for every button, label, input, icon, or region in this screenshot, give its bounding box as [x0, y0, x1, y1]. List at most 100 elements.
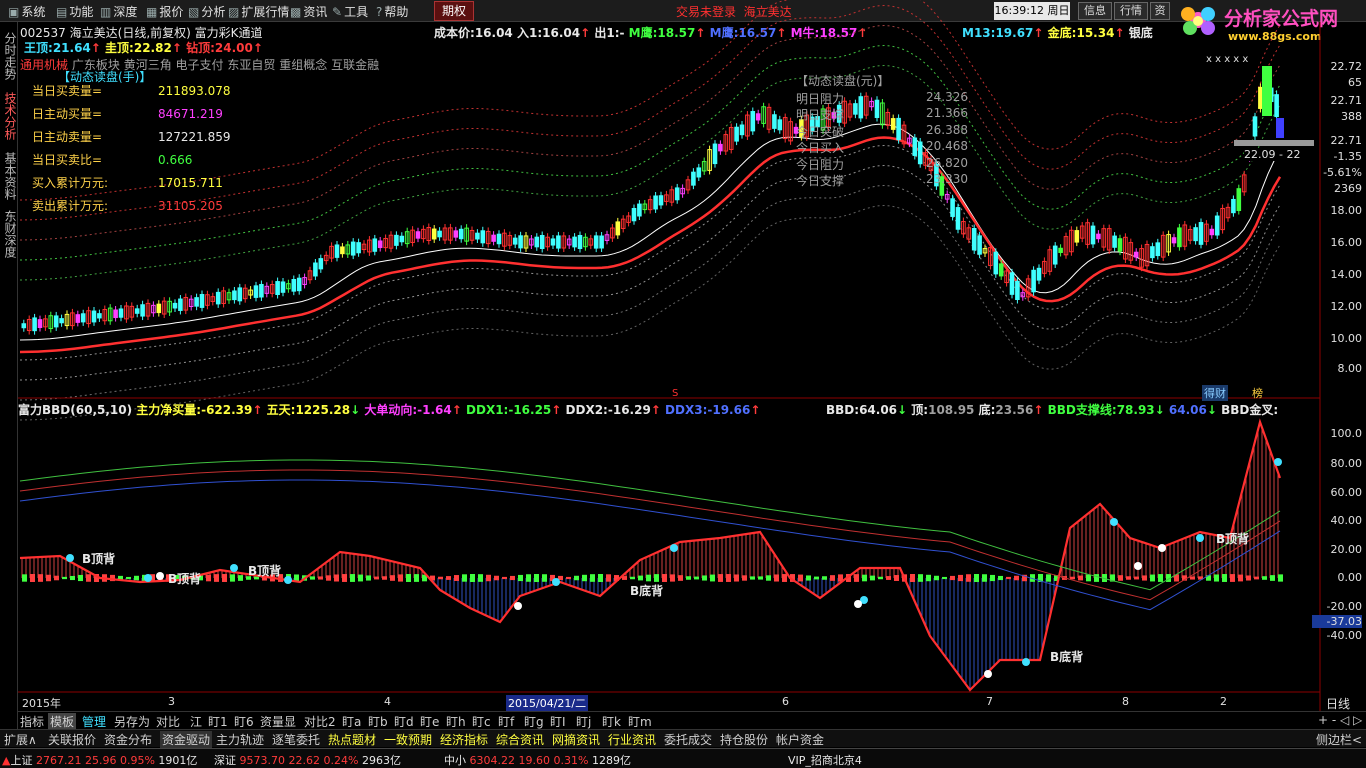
candle-body — [858, 96, 864, 119]
candle-body — [334, 244, 340, 258]
bbd-top-value: 108.95 — [928, 403, 975, 417]
candle-body — [1193, 227, 1198, 242]
tab-jiang[interactable]: 江 — [190, 713, 202, 730]
board-tag[interactable]: 榜 — [1252, 385, 1263, 401]
tab-compare-2[interactable]: 对比2 — [304, 713, 336, 730]
divergence-label: B底背 — [630, 584, 664, 598]
ind-tick: 80.00 — [1330, 457, 1363, 470]
tab-watch-e[interactable]: 盯e — [420, 713, 439, 730]
tab-capital-show[interactable]: 资量显 — [260, 713, 296, 730]
candle-body — [291, 279, 297, 292]
candle-body — [437, 230, 442, 238]
candle-body — [215, 291, 221, 305]
volume-bar — [726, 574, 731, 582]
volume-bar — [358, 574, 363, 582]
candle-body — [259, 283, 264, 298]
sme-index[interactable]: 中小 6304.22 19.60 0.31% 1289亿 — [444, 752, 631, 768]
tab-watch-c[interactable]: 盯c — [472, 713, 491, 730]
tab-indicator[interactable]: 指标 — [20, 713, 44, 730]
func-general-news[interactable]: 综合资讯 — [496, 731, 544, 748]
volume-bar — [486, 574, 491, 582]
func-holdings[interactable]: 持仓股份 — [720, 731, 768, 748]
candle-body — [53, 315, 59, 328]
sidebar-toggle[interactable]: 侧边栏< — [1316, 731, 1362, 748]
tab-watch-m[interactable]: 盯m — [628, 713, 652, 730]
price-tick: 18.00 — [1330, 204, 1363, 217]
volume-bar — [206, 574, 211, 582]
tab-template[interactable]: 模板 — [48, 713, 77, 730]
func-economic-indicators[interactable]: 经济指标 — [440, 731, 488, 748]
candle-body — [480, 230, 486, 244]
func-account-funds[interactable]: 帐户资金 — [776, 731, 824, 748]
volume-bar — [710, 574, 715, 582]
tab-watch-a[interactable]: 盯a — [342, 713, 361, 730]
candle-body — [1262, 66, 1272, 116]
divergence-label: B顶背 — [248, 564, 282, 578]
candle-body — [599, 235, 604, 249]
tab-watch-d[interactable]: 盯d — [394, 713, 414, 730]
sz-index[interactable]: 深证 9573.70 22.62 0.24% 2963亿 — [214, 752, 401, 768]
func-order-fills[interactable]: 委托成交 — [664, 731, 712, 748]
cursor-date: 2015/04/21/二 — [506, 695, 589, 711]
tab-watch-k[interactable]: 盯k — [602, 713, 621, 730]
candle-body — [1155, 242, 1161, 257]
tab-watch-f[interactable]: 盯f — [498, 713, 514, 730]
candle-body — [118, 308, 124, 318]
price-tick: -5.61% — [1323, 166, 1362, 179]
tab-save-as[interactable]: 另存为 — [114, 713, 150, 730]
candle-body — [313, 262, 318, 277]
sh-index[interactable]: ▲上证 2767.21 25.96 0.95% 1901亿 — [2, 752, 197, 768]
band-line — [19, 184, 1281, 401]
func-tick-orders[interactable]: 逐笔委托 — [272, 731, 320, 748]
volume-bar — [998, 575, 1003, 581]
tab-manage[interactable]: 管理 — [82, 713, 106, 730]
tab-watch-g[interactable]: 盯g — [524, 713, 544, 730]
func-industry-news[interactable]: 行业资讯 — [608, 731, 656, 748]
volume-bar — [662, 574, 667, 582]
tab-watch-1[interactable]: 盯1 — [208, 713, 228, 730]
ind-tick: 60.00 — [1330, 486, 1363, 499]
volume-bar — [62, 576, 67, 580]
tab-watch-i[interactable]: 盯I — [550, 713, 566, 730]
volume-bar — [126, 576, 131, 580]
price-tick: 16.00 — [1330, 236, 1363, 249]
func-capital-distribution[interactable]: 资金分布 — [104, 731, 152, 748]
candle-body — [718, 143, 723, 152]
func-expand[interactable]: 扩展∧ — [4, 731, 37, 748]
candle-body — [734, 126, 739, 142]
func-hot-topics[interactable]: 热点题材 — [328, 731, 376, 748]
zoom-controls[interactable]: + - ◁ ▷ — [1318, 713, 1362, 727]
volume-bar — [238, 575, 243, 581]
candle-body — [75, 314, 81, 323]
volume-bar — [638, 575, 643, 581]
func-related-quote[interactable]: 关联报价 — [48, 731, 96, 748]
func-digest-news[interactable]: 网摘资讯 — [552, 731, 600, 748]
volume-bar — [54, 575, 59, 581]
dyn-panel-title: 【动态读盘(元)】 — [796, 74, 890, 88]
volume-bar — [310, 576, 315, 580]
volume-bar — [534, 574, 539, 582]
volume-bar — [862, 574, 867, 582]
tab-watch-j[interactable]: 盯j — [576, 713, 591, 730]
indicator-title: 富力BBD(60,5,10) — [18, 403, 133, 417]
func-consensus[interactable]: 一致预期 — [384, 731, 432, 748]
volume-bar — [414, 574, 419, 582]
period-label[interactable]: 日线 — [1326, 695, 1350, 712]
func-capital-drive[interactable]: 资金驱动 — [160, 731, 213, 748]
tab-watch-b[interactable]: 盯b — [368, 713, 388, 730]
dyn-row: 今日买入 20.468 — [796, 139, 968, 155]
volume-bar — [934, 575, 939, 581]
func-main-track[interactable]: 主力轨迹 — [216, 731, 264, 748]
candle-body — [1074, 230, 1080, 243]
server-name[interactable]: VIP_招商北京4 — [788, 752, 862, 768]
finance-tag[interactable]: 得财 — [1202, 385, 1228, 401]
candle-body — [1112, 235, 1117, 248]
volume-bar — [342, 574, 347, 582]
tab-compare[interactable]: 对比 — [156, 713, 180, 730]
candle-body — [491, 234, 496, 242]
tab-watch-h[interactable]: 盯h — [446, 713, 466, 730]
main-net-value: -622.39 — [201, 403, 253, 417]
signal-dot — [1274, 458, 1282, 466]
tab-watch-6[interactable]: 盯6 — [234, 713, 254, 730]
dyn-row: 今日突破 26.388 — [796, 123, 968, 139]
